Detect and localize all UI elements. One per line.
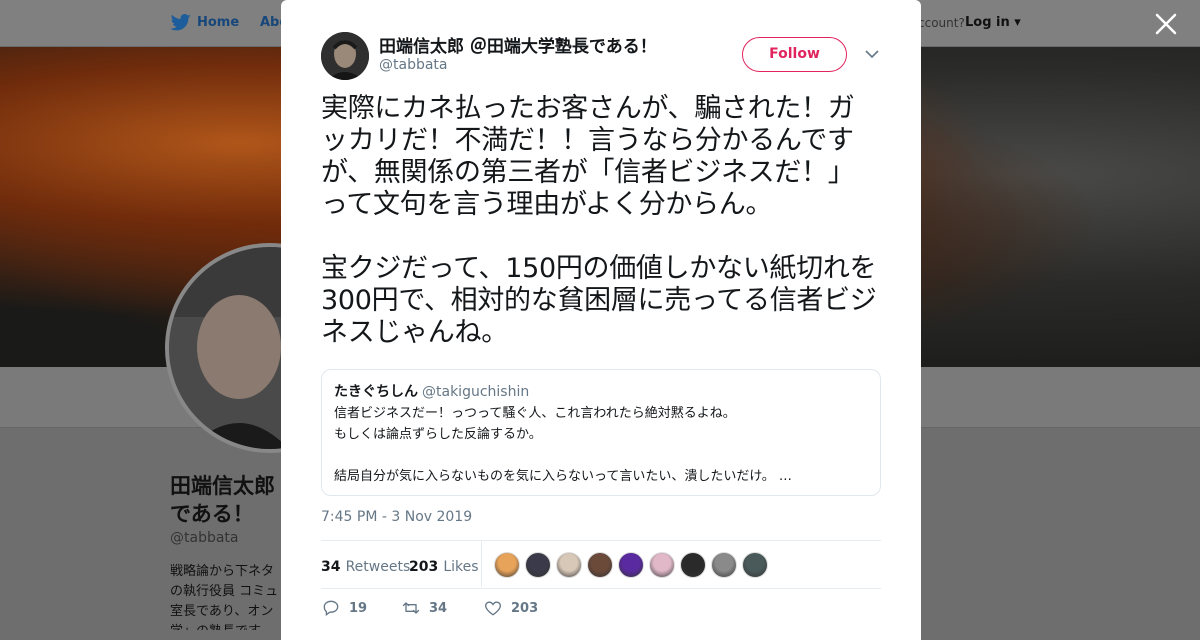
stats-divider — [481, 541, 482, 587]
quoted-author-handle: @takiguchishin — [422, 384, 530, 400]
profile-handle: @tabbata — [170, 530, 239, 546]
nav-home-link[interactable]: Home — [197, 15, 239, 30]
like-button[interactable]: 203 — [483, 598, 538, 618]
follow-button[interactable]: Follow — [742, 37, 847, 72]
reply-icon — [323, 600, 339, 616]
liker-avatar[interactable] — [556, 552, 582, 578]
author-handle[interactable]: @tabbata — [379, 57, 448, 73]
tweet-stats: 34 Retweets 203 Likes — [321, 540, 881, 589]
quoted-author-name: たきぐちしん — [334, 384, 418, 400]
twitter-bird-icon — [170, 14, 191, 31]
tweet-text: 実際にカネ払ったお客さんが、騙された！ガッカリだ！不満だ！！言うなら分かるんです… — [321, 93, 877, 348]
close-icon[interactable] — [1154, 12, 1178, 36]
login-label: Log in — [965, 15, 1010, 30]
liker-avatar[interactable] — [525, 552, 551, 578]
author-name[interactable]: 田端信太郎 ＠田端大学塾長である！ — [379, 32, 657, 57]
like-count: 203 — [511, 600, 539, 616]
likes-label: Likes — [443, 559, 479, 575]
profile-bio: 戦略論から下ネタ の執行役員 コミュ 室長であり、オン 学」の塾長です — [170, 564, 279, 630]
retweets-stat[interactable]: 34 Retweets — [321, 556, 410, 575]
quoted-tweet[interactable]: たきぐちしん @takiguchishin 信者ビジネスだー！っつって騒ぐ人、これ… — [321, 369, 881, 496]
liker-avatar[interactable] — [649, 552, 675, 578]
nav-account-text: ccount? — [918, 16, 965, 30]
tweet-modal: 田端信太郎 ＠田端大学塾長である！ @tabbata Follow 実際にカネ払… — [281, 0, 921, 640]
likes-count: 203 — [409, 559, 439, 575]
chevron-down-icon[interactable] — [864, 48, 880, 60]
person-photo-icon — [321, 32, 369, 80]
retweets-label: Retweets — [345, 559, 411, 575]
reply-button[interactable]: 19 — [321, 598, 367, 618]
liker-avatar[interactable] — [742, 552, 768, 578]
liker-avatar[interactable] — [587, 552, 613, 578]
retweet-button[interactable]: 34 — [401, 598, 447, 618]
likes-stat[interactable]: 203 Likes — [409, 556, 479, 575]
tweet-timestamp[interactable]: 7:45 PM - 3 Nov 2019 — [321, 509, 472, 525]
liker-avatar[interactable] — [618, 552, 644, 578]
reply-count: 19 — [349, 600, 368, 616]
quoted-tweet-header: たきぐちしん @takiguchishin — [334, 382, 868, 402]
liker-avatar[interactable] — [494, 552, 520, 578]
retweet-count: 34 — [429, 600, 448, 616]
liker-avatars — [494, 552, 768, 578]
quoted-tweet-text: 信者ビジネスだー！っつって騒ぐ人、これ言われたら絶対黙るよね。 もしくは論点ずら… — [334, 406, 792, 484]
profile-name: 田端信太郎 である！ — [170, 474, 275, 526]
retweets-count: 34 — [321, 559, 341, 575]
liker-avatar[interactable] — [711, 552, 737, 578]
heart-icon — [485, 601, 501, 616]
author-avatar[interactable] — [321, 32, 369, 80]
liker-avatar[interactable] — [680, 552, 706, 578]
nav-login-link[interactable]: Log in ▾ — [965, 15, 1021, 30]
retweet-icon — [402, 602, 420, 614]
